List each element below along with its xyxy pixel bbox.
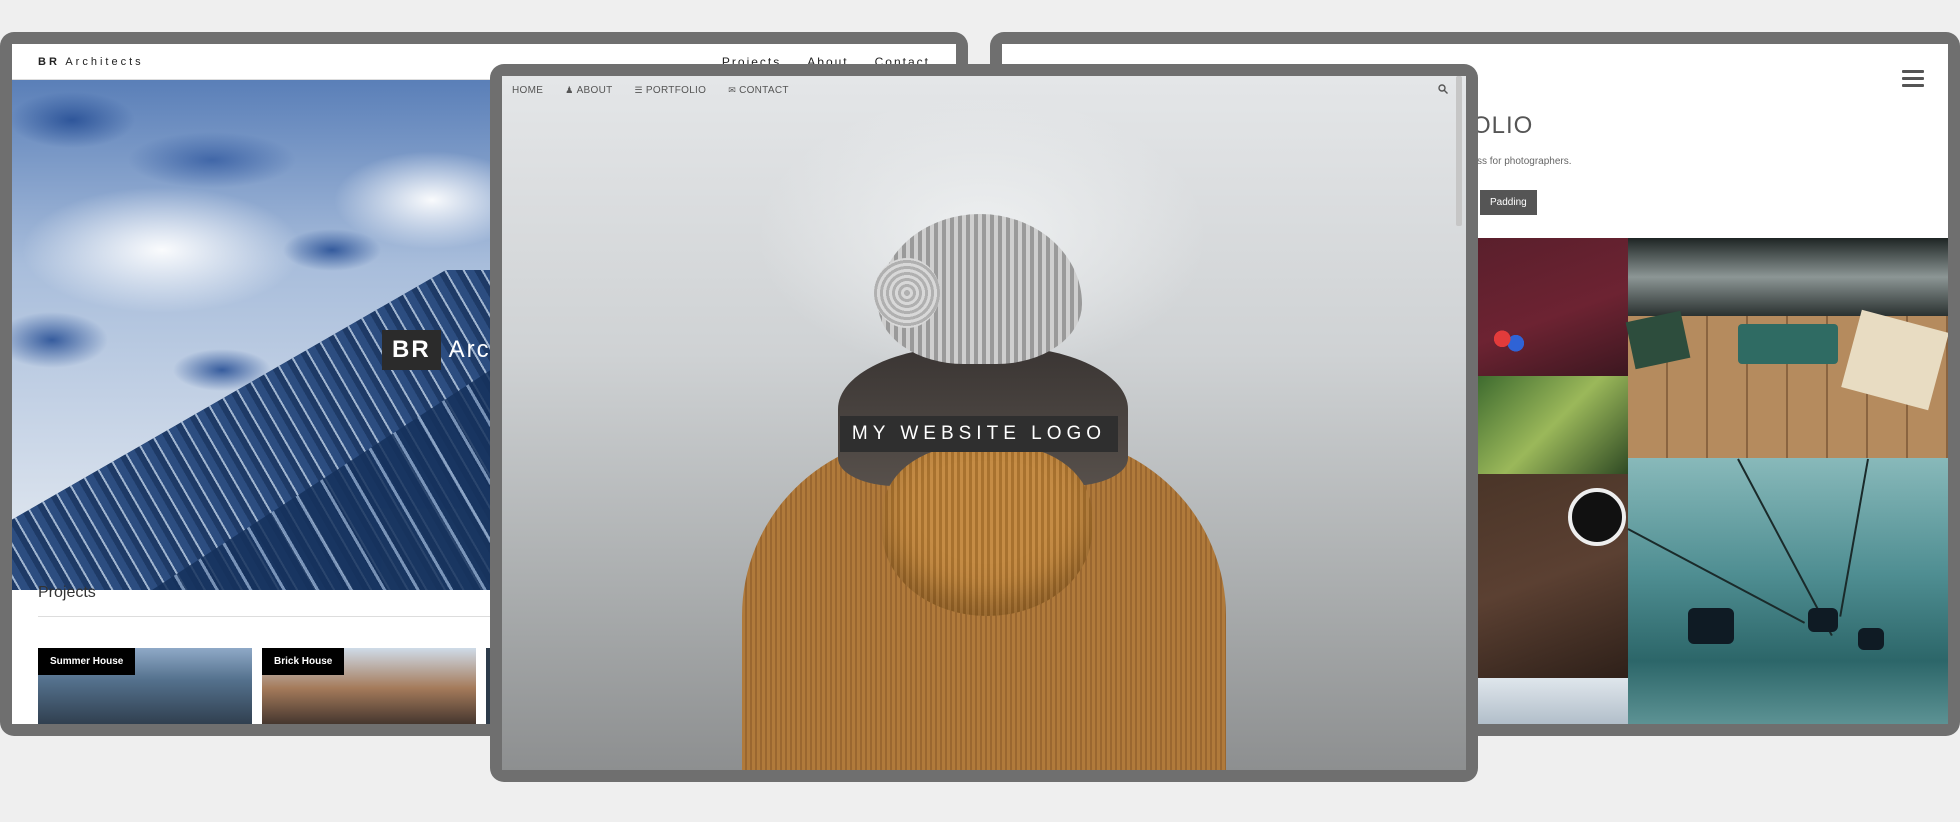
nav-portfolio-label: PORTFOLIO — [645, 84, 707, 96]
portfolio-title: OLIO — [1472, 112, 1534, 139]
brand-logo[interactable]: BR Architects — [38, 56, 144, 68]
padding-button[interactable]: Padding — [1480, 190, 1537, 215]
portfolio-subtitle: css for photographers. — [1472, 156, 1572, 167]
hamburger-icon[interactable] — [1902, 70, 1924, 91]
envelope-icon: ✉ — [728, 84, 737, 95]
gallery-tile[interactable] — [1628, 238, 1948, 316]
list-icon: ☰ — [634, 84, 643, 95]
nav-home[interactable]: HOME — [512, 85, 543, 96]
nav-portfolio[interactable]: ☰ PORTFOLIO — [635, 85, 707, 96]
gondola-icon — [1858, 628, 1884, 650]
toy-car-image — [1492, 330, 1526, 352]
gondola-icon — [1688, 608, 1734, 644]
nav-about[interactable]: ♟ ABOUT — [565, 85, 612, 96]
search-icon[interactable] — [1438, 84, 1448, 94]
notebook-image — [1625, 310, 1691, 370]
project-label: Brick House — [262, 648, 345, 675]
nav-contact-label: CONTACT — [739, 84, 789, 96]
nav-about-label: ABOUT — [576, 84, 613, 96]
project-card[interactable]: Brick House — [262, 648, 476, 724]
gallery-tile[interactable] — [1478, 678, 1628, 724]
scrollbar[interactable] — [1456, 76, 1462, 226]
cable-line — [1839, 458, 1869, 617]
project-card[interactable]: Summer House — [38, 648, 252, 724]
nav-contact[interactable]: ✉ CONTACT — [728, 85, 789, 96]
top-nav: HOME ♟ ABOUT ☰ PORTFOLIO ✉ CONTACT — [502, 76, 1466, 104]
gallery-tile[interactable] — [1478, 474, 1628, 678]
project-label: Summer House — [38, 648, 136, 675]
gallery-tile[interactable] — [1625, 309, 1948, 458]
hero-logo-text: Arc — [448, 336, 491, 363]
user-icon: ♟ — [565, 84, 574, 95]
website-logo-page: HOME ♟ ABOUT ☰ PORTFOLIO ✉ CONTACT MY WE… — [502, 76, 1466, 770]
paper-image — [1841, 309, 1948, 411]
jacket-hood — [882, 446, 1092, 616]
knit-hat-fold — [874, 258, 940, 328]
gallery-tile[interactable] — [1627, 458, 1948, 724]
gallery-tile[interactable] — [1478, 238, 1628, 376]
center-screenshot-frame: HOME ♟ ABOUT ☰ PORTFOLIO ✉ CONTACT MY WE… — [490, 64, 1478, 782]
typewriter-image — [1738, 324, 1838, 364]
gondola-icon — [1808, 608, 1838, 632]
hero-logo: BR Arc — [382, 330, 491, 370]
website-logo[interactable]: MY WEBSITE LOGO — [840, 416, 1118, 452]
projects-heading: Projects — [38, 584, 518, 617]
gallery-tile[interactable] — [1478, 376, 1628, 474]
coffee-cup-image — [1568, 488, 1626, 546]
nav-home-label: HOME — [512, 84, 544, 96]
brand-bold: BR — [38, 55, 60, 68]
hero-logo-bold: BR — [382, 330, 441, 370]
brand-text: Architects — [65, 55, 144, 68]
